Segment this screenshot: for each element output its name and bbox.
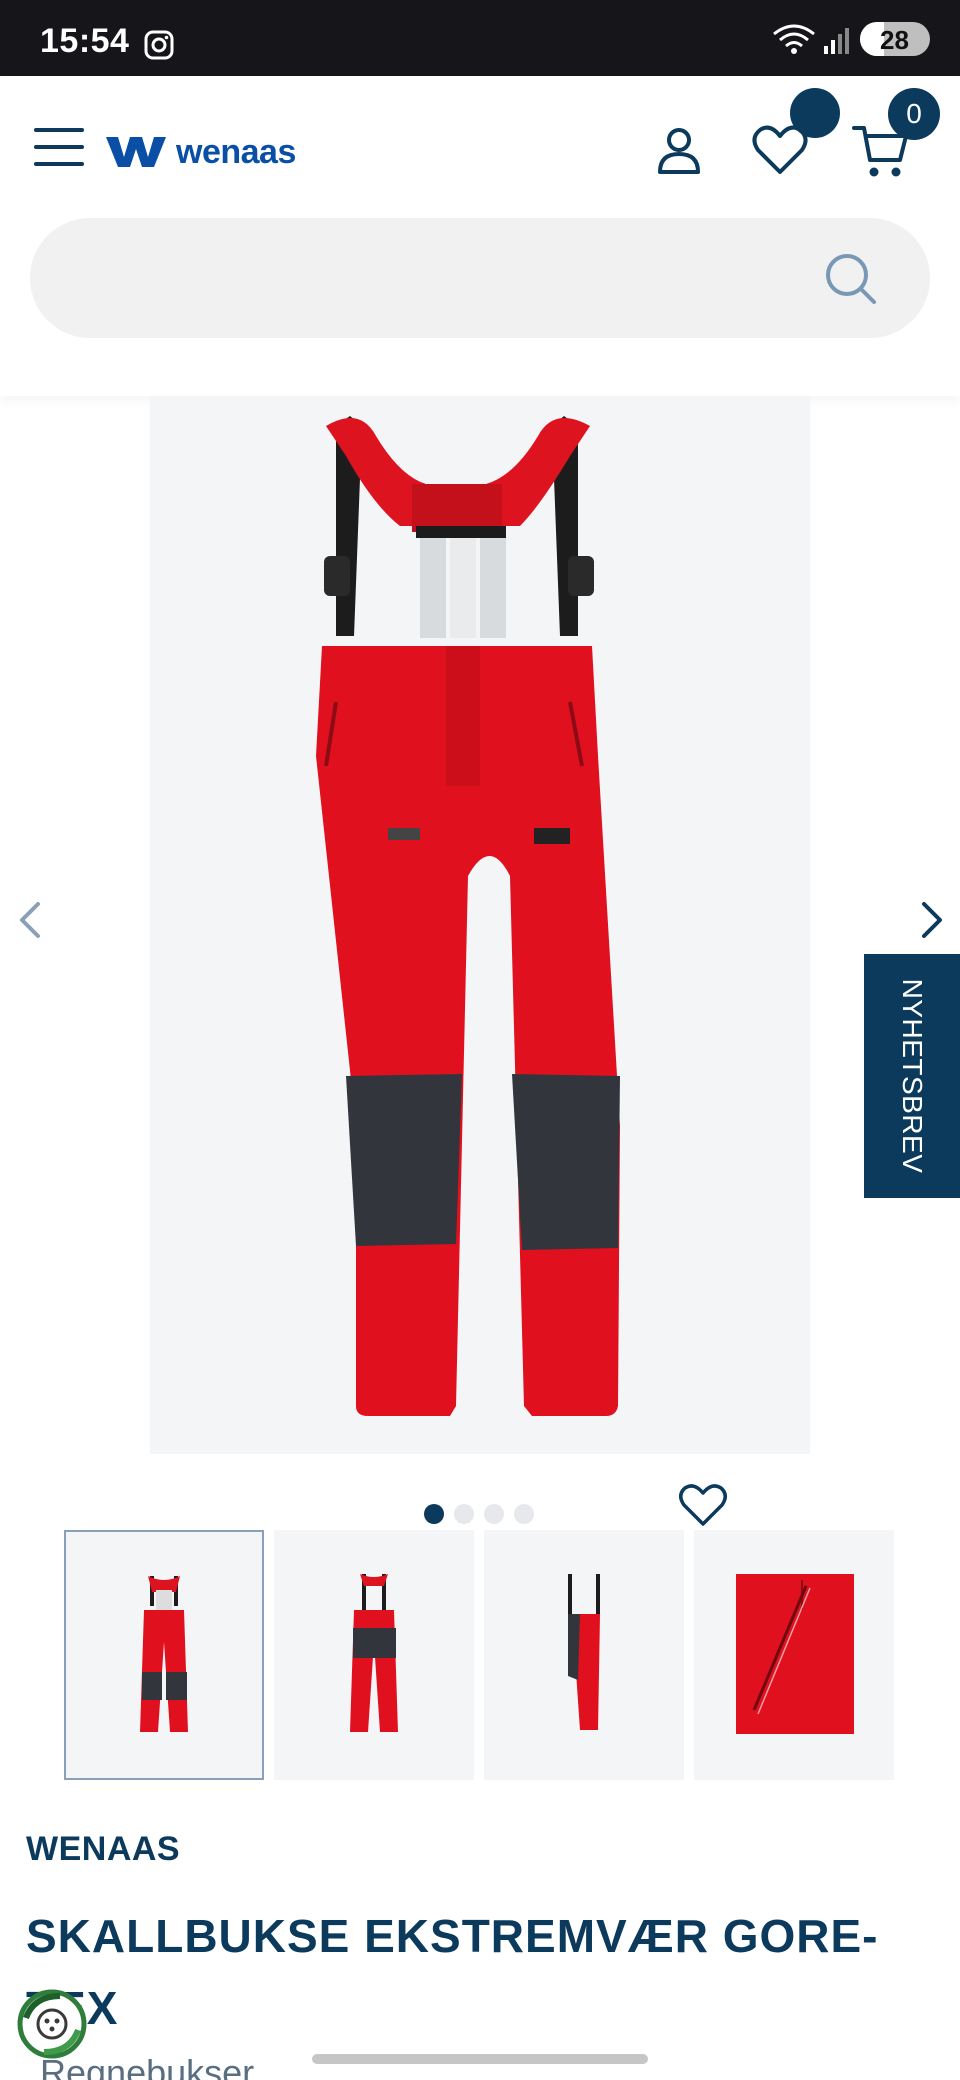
product-gallery: NYHETSBREV xyxy=(0,396,960,1456)
logo-mark-icon xyxy=(106,137,166,167)
carousel-dot[interactable] xyxy=(424,1504,444,1524)
carousel-dot[interactable] xyxy=(454,1504,474,1524)
search-icon[interactable] xyxy=(824,252,878,306)
instagram-icon xyxy=(144,30,174,60)
account-icon[interactable] xyxy=(656,126,702,176)
thumbnail-strip xyxy=(64,1530,898,1782)
eco-badge-icon[interactable] xyxy=(16,1988,88,2060)
logo-text: wenaas xyxy=(176,132,296,171)
product-main-image[interactable] xyxy=(150,396,810,1454)
cart-count-badge: 0 xyxy=(888,88,940,140)
carousel-dots xyxy=(424,1504,534,1524)
thumbnail-back[interactable] xyxy=(274,1530,474,1780)
newsletter-tab[interactable]: NYHETSBREV xyxy=(864,954,960,1198)
logo[interactable]: wenaas xyxy=(106,132,296,172)
signal-icon xyxy=(824,28,849,54)
battery-level: 28 xyxy=(880,25,909,55)
next-image-arrow-icon[interactable] xyxy=(918,900,946,940)
battery-indicator: 28 xyxy=(860,22,930,56)
product-brand[interactable]: WENAAS xyxy=(26,1830,180,1869)
search-bar[interactable] xyxy=(30,218,930,338)
wifi-icon xyxy=(773,24,815,54)
status-time: 15:54 xyxy=(40,22,130,60)
search-input[interactable] xyxy=(70,248,810,308)
carousel-dot[interactable] xyxy=(484,1504,504,1524)
home-indicator[interactable] xyxy=(312,2054,648,2064)
product-pants-image xyxy=(316,416,620,1416)
previous-image-arrow-icon[interactable] xyxy=(16,900,44,940)
product-title: SKALLBUKSE EKSTREMVÆR GORE-TEX xyxy=(26,1910,879,2034)
menu-button[interactable] xyxy=(34,128,86,168)
add-to-wishlist-heart-icon[interactable] xyxy=(678,1482,728,1530)
wishlist-badge xyxy=(790,88,840,138)
site-header: wenaas 0 xyxy=(0,76,960,396)
newsletter-label: NYHETSBREV xyxy=(897,978,928,1174)
carousel-dot[interactable] xyxy=(514,1504,534,1524)
status-bar: 15:54 28 xyxy=(0,0,960,76)
thumbnail-detail[interactable] xyxy=(694,1530,894,1780)
thumbnail-side[interactable] xyxy=(484,1530,684,1780)
thumbnail-front[interactable] xyxy=(64,1530,264,1780)
